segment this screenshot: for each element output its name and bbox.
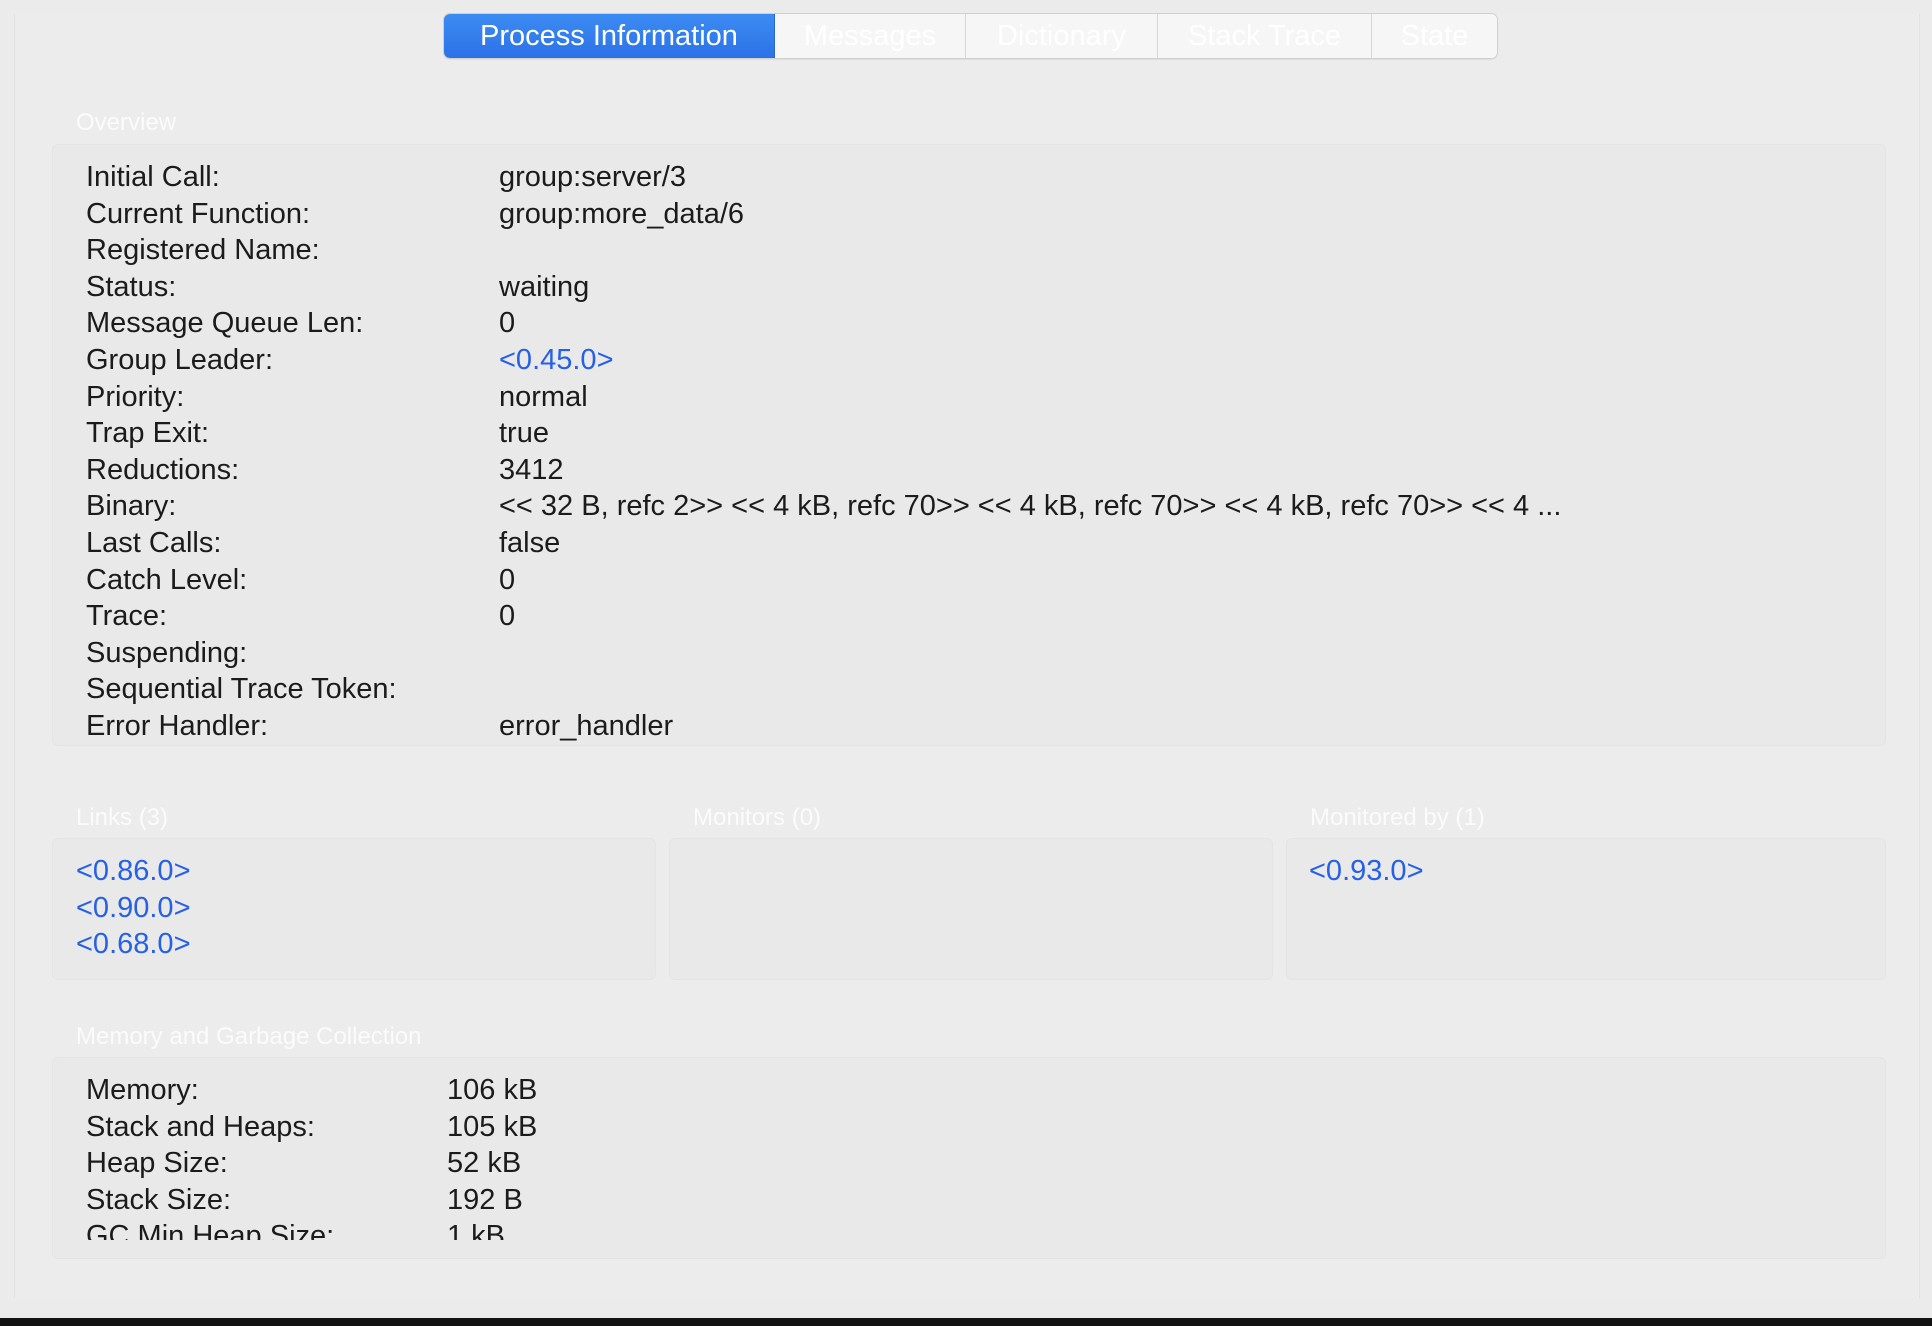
memory-label: Stack and Heaps: — [86, 1110, 315, 1143]
overview-row: Message Queue Len: 0 — [86, 305, 1561, 342]
overview-label: Current Function: — [86, 197, 311, 230]
overview-value: 0 — [499, 563, 516, 596]
memory-label: Memory: — [86, 1074, 199, 1106]
monitored-by-pid[interactable]: <0.93.0> — [1309, 853, 1424, 890]
overview-row: Status: waiting — [86, 269, 1561, 306]
memory-row: GC Min Heap Size: 1 kB — [86, 1218, 537, 1240]
overview-value: false — [499, 526, 561, 559]
overview-label: Binary: — [86, 490, 177, 523]
overview-row: Catch Level: 0 — [86, 562, 1561, 599]
overview-label: Registered Name: — [86, 234, 320, 267]
memory-row: Memory: 106 kB — [86, 1072, 537, 1109]
link-pid[interactable]: <0.86.0> — [76, 853, 191, 890]
memory-label: Stack Size: — [86, 1183, 232, 1216]
overview-row: Priority: normal — [86, 379, 1561, 416]
overview-row: Sequential Trace Token: — [86, 671, 1561, 708]
monitored-by-title: Monitored by (1) — [1310, 804, 1485, 831]
overview-label: Group Leader: — [86, 343, 274, 376]
overview-value: waiting — [499, 270, 590, 303]
overview-label: Sequential Trace Token: — [86, 673, 397, 706]
overview-row: Reductions: 3412 — [86, 452, 1561, 489]
memory-row: Heap Size: 52 kB — [86, 1145, 537, 1182]
overview-label: Trap Exit: — [86, 417, 210, 450]
overview-value: error_handler — [499, 709, 674, 742]
tab-dictionary[interactable]: Dictionary — [966, 14, 1158, 58]
overview-value: group:server/3 — [499, 161, 686, 193]
memory-label: Heap Size: — [86, 1147, 228, 1180]
memory-row: Stack Size: 192 B — [86, 1182, 537, 1219]
overview-value: 0 — [499, 307, 516, 340]
memory-value: 192 B — [447, 1183, 523, 1216]
process-info-window: Process Information Messages Dictionary … — [0, 0, 1932, 1318]
monitors-title: Monitors (0) — [693, 804, 822, 831]
memory-title: Memory and Garbage Collection — [76, 1023, 422, 1050]
tab-state[interactable]: State — [1372, 14, 1497, 58]
overview-row: Binary: << 32 B, refc 2>> << 4 kB, refc … — [86, 488, 1561, 525]
overview-label: Reductions: — [86, 453, 240, 486]
overview-row: Group Leader: <0.45.0> — [86, 342, 1561, 379]
overview-label: Status: — [86, 270, 177, 303]
overview-value: 3412 — [499, 453, 564, 486]
overview-row: Suspending: — [86, 635, 1561, 672]
links-list: <0.86.0> <0.90.0> <0.68.0> — [76, 853, 191, 963]
overview-value: true — [499, 417, 549, 450]
memory-value: 1 kB — [447, 1220, 506, 1240]
memory-scroll-area[interactable]: Memory: 106 kB Stack and Heaps: 105 kB H… — [86, 1072, 986, 1240]
monitored-by-list: <0.93.0> — [1309, 853, 1424, 890]
overview-label: Priority: — [86, 380, 185, 413]
tab-messages[interactable]: Messages — [775, 14, 966, 58]
overview-row: Error Handler: error_handler — [86, 708, 1561, 745]
link-pid[interactable]: <0.90.0> — [76, 890, 191, 927]
overview-row: Registered Name: — [86, 232, 1561, 269]
link-pid[interactable]: <0.68.0> — [76, 926, 191, 963]
overview-label: Suspending: — [86, 636, 248, 669]
overview-value: group:more_data/6 — [499, 197, 745, 230]
overview-value: 0 — [499, 600, 516, 633]
overview-label: Message Queue Len: — [86, 307, 364, 340]
overview-row: Initial Call: group:server/3 — [86, 159, 1561, 196]
overview-label: Last Calls: — [86, 526, 222, 559]
overview-title: Overview — [76, 109, 177, 136]
memory-value: 105 kB — [447, 1110, 538, 1143]
overview-table: Initial Call: group:server/3 Current Fun… — [86, 159, 1561, 745]
memory-table: Memory: 106 kB Stack and Heaps: 105 kB H… — [86, 1072, 537, 1240]
memory-value: 52 kB — [447, 1147, 522, 1180]
overview-row: Current Function: group:more_data/6 — [86, 196, 1561, 233]
tab-process-information[interactable]: Process Information — [444, 14, 775, 58]
overview-label: Error Handler: — [86, 709, 269, 742]
group-leader-link[interactable]: <0.45.0> — [499, 342, 614, 379]
memory-label: GC Min Heap Size: — [86, 1220, 335, 1240]
overview-row: Trap Exit: true — [86, 415, 1561, 452]
overview-label: Catch Level: — [86, 563, 248, 596]
overview-value: << 32 B, refc 2>> << 4 kB, refc 70>> << … — [499, 490, 1562, 523]
memory-value: 106 kB — [447, 1074, 538, 1106]
overview-row: Trace: 0 — [86, 598, 1561, 635]
tab-bar: Process Information Messages Dictionary … — [443, 13, 1498, 59]
overview-label: Trace: — [86, 600, 168, 633]
memory-row: Stack and Heaps: 105 kB — [86, 1109, 537, 1146]
overview-row: Last Calls: false — [86, 525, 1561, 562]
overview-value: normal — [499, 380, 588, 413]
tab-stack-trace[interactable]: Stack Trace — [1158, 14, 1372, 58]
overview-label: Initial Call: — [86, 161, 220, 193]
links-title: Links (3) — [76, 804, 169, 831]
monitors-panel — [669, 838, 1273, 980]
